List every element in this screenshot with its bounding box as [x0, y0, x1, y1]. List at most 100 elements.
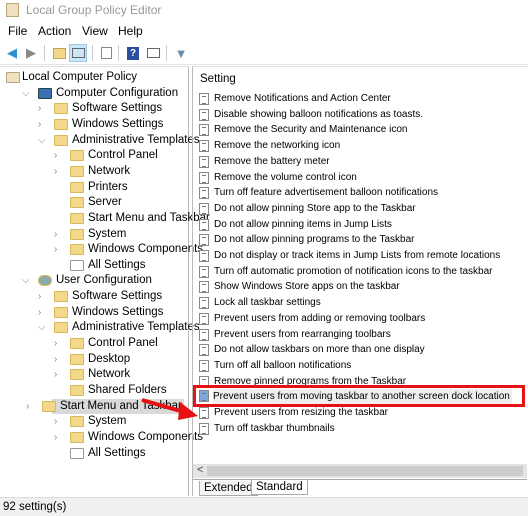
policy-setting-icon	[199, 297, 209, 310]
tree-item-label: Administrative Templates	[72, 321, 200, 334]
chevron-down-icon[interactable]: ⌵	[38, 133, 46, 148]
folder-icon	[70, 338, 84, 350]
show-hide-tree-icon[interactable]	[69, 44, 87, 62]
setting-label: Lock all taskbar settings	[214, 297, 321, 309]
chevron-right-icon[interactable]: ›	[38, 289, 46, 304]
folder-icon	[70, 416, 84, 428]
menu-help[interactable]: Help	[118, 24, 143, 38]
folder-icon	[54, 118, 68, 130]
status-bar: 92 setting(s)	[0, 497, 528, 516]
setting-row[interactable]: Prevent users from moving taskbar to ano…	[193, 385, 525, 408]
folder-icon	[54, 103, 68, 115]
chevron-right-icon[interactable]: ›	[54, 227, 62, 242]
chevron-right-icon[interactable]: ›	[26, 399, 34, 414]
policy-setting-icon	[199, 108, 209, 121]
chevron-right-icon[interactable]: ›	[54, 367, 62, 382]
tree-item-label: All Settings	[88, 446, 146, 459]
tree-item-label: System	[88, 415, 127, 428]
tree-pane[interactable]: Local Computer Policy ⌵ Computer Configura…	[0, 66, 210, 496]
policy-setting-icon	[199, 407, 209, 419]
chevron-right-icon[interactable]: ›	[54, 148, 62, 163]
policy-setting-icon	[199, 422, 209, 435]
setting-label: Remove the volume control icon	[214, 171, 357, 183]
setting-label: Disable showing balloon notifications as…	[214, 108, 424, 120]
policy-setting-icon	[199, 124, 209, 137]
setting-label: Prevent users from moving taskbar to ano…	[213, 389, 512, 405]
chevron-right-icon[interactable]: ›	[38, 305, 46, 320]
help-icon[interactable]: ?	[124, 44, 142, 62]
tab-extended[interactable]: Extended	[199, 481, 258, 496]
app-icon	[6, 3, 19, 17]
chevron-right-icon[interactable]: ›	[38, 117, 46, 132]
folder-icon	[70, 212, 84, 224]
tree-item-label: Windows Settings	[72, 305, 164, 318]
setting-label: Turn off automatic promotion of notifica…	[214, 265, 493, 277]
policy-setting-icon	[199, 234, 209, 247]
folder-icon	[70, 197, 84, 209]
policy-setting-icon	[199, 218, 209, 231]
setting-label: Remove the Security and Maintenance icon	[214, 124, 408, 136]
tab-standard[interactable]: Standard	[251, 480, 308, 495]
computer-icon	[38, 87, 52, 99]
chevron-right-icon[interactable]: ›	[54, 336, 62, 351]
setting-label: Remove the battery meter	[214, 155, 330, 167]
status-text: 92 setting(s)	[3, 501, 67, 513]
chevron-right-icon[interactable]: ›	[54, 430, 62, 445]
folder-icon	[54, 291, 68, 303]
chevron-down-icon[interactable]: ⌵	[22, 86, 30, 101]
policy-setting-icon	[199, 312, 209, 325]
tree-item-label: Software Settings	[72, 102, 163, 115]
tab-strip: Extended Standard	[193, 479, 527, 497]
all-settings-icon	[70, 447, 84, 459]
export-list-icon[interactable]	[97, 44, 115, 62]
column-header-setting[interactable]: Setting	[200, 73, 236, 85]
folder-icon	[42, 400, 56, 412]
filter-icon[interactable]: ▼	[172, 44, 190, 62]
tree-item-label: Network	[88, 164, 131, 177]
setting-label: Remove the networking icon	[214, 140, 341, 152]
policy-setting-icon	[199, 187, 209, 200]
tree-item-label: Windows Components	[88, 430, 204, 443]
chevron-right-icon[interactable]: ›	[54, 414, 62, 429]
policy-setting-icon	[199, 155, 209, 168]
tree-item-label: Windows Components	[88, 243, 204, 256]
chevron-down-icon[interactable]: ⌵	[38, 320, 46, 335]
horizontal-scrollbar[interactable]: <	[193, 464, 527, 478]
folder-icon	[70, 165, 84, 177]
policy-setting-icon	[199, 93, 209, 105]
tree-item-label: Desktop	[88, 352, 131, 365]
folder-icon	[70, 150, 84, 162]
forward-arrow-icon[interactable]: ▶	[22, 44, 40, 62]
chevron-down-icon[interactable]: ⌵	[22, 273, 30, 288]
setting-label: Do not display or track items in Jump Li…	[214, 250, 501, 261]
setting-label: Remove Notifications and Action Center	[214, 93, 391, 104]
setting-label: Prevent users from adding or removing to…	[214, 312, 426, 324]
up-folder-icon[interactable]	[50, 44, 68, 62]
policy-setting-icon	[199, 250, 209, 262]
tree-item-label: All Settings	[88, 258, 146, 271]
back-arrow-icon[interactable]: ◀	[3, 44, 21, 62]
policy-setting-icon	[199, 265, 209, 278]
red-arrow-annotation	[141, 398, 198, 420]
chevron-right-icon[interactable]: ›	[38, 101, 46, 116]
setting-label: Turn off feature advertisement balloon n…	[214, 187, 439, 199]
menu-file[interactable]: File	[8, 24, 27, 38]
menu-action[interactable]: Action	[38, 24, 71, 38]
chevron-right-icon[interactable]: ›	[54, 242, 62, 257]
chevron-right-icon[interactable]: ›	[54, 164, 62, 179]
all-settings-icon	[70, 259, 84, 271]
setting-label: Do not allow pinning Store app to the Ta…	[214, 202, 416, 214]
folder-icon	[70, 385, 84, 396]
tree-item-label: System	[88, 227, 127, 240]
action-pane-icon[interactable]	[144, 44, 162, 62]
scroll-left-icon[interactable]: <	[197, 464, 203, 476]
setting-label: Turn off taskbar thumbnails	[214, 422, 335, 434]
folder-icon	[54, 134, 68, 146]
chevron-right-icon[interactable]: ›	[54, 352, 62, 367]
folder-icon	[70, 181, 84, 193]
folder-icon	[54, 322, 68, 334]
tree-item-label: User Configuration	[56, 274, 152, 287]
policy-setting-icon	[199, 328, 209, 341]
menu-view[interactable]: View	[82, 24, 108, 38]
menu-bar: File Action View Help	[0, 22, 528, 40]
